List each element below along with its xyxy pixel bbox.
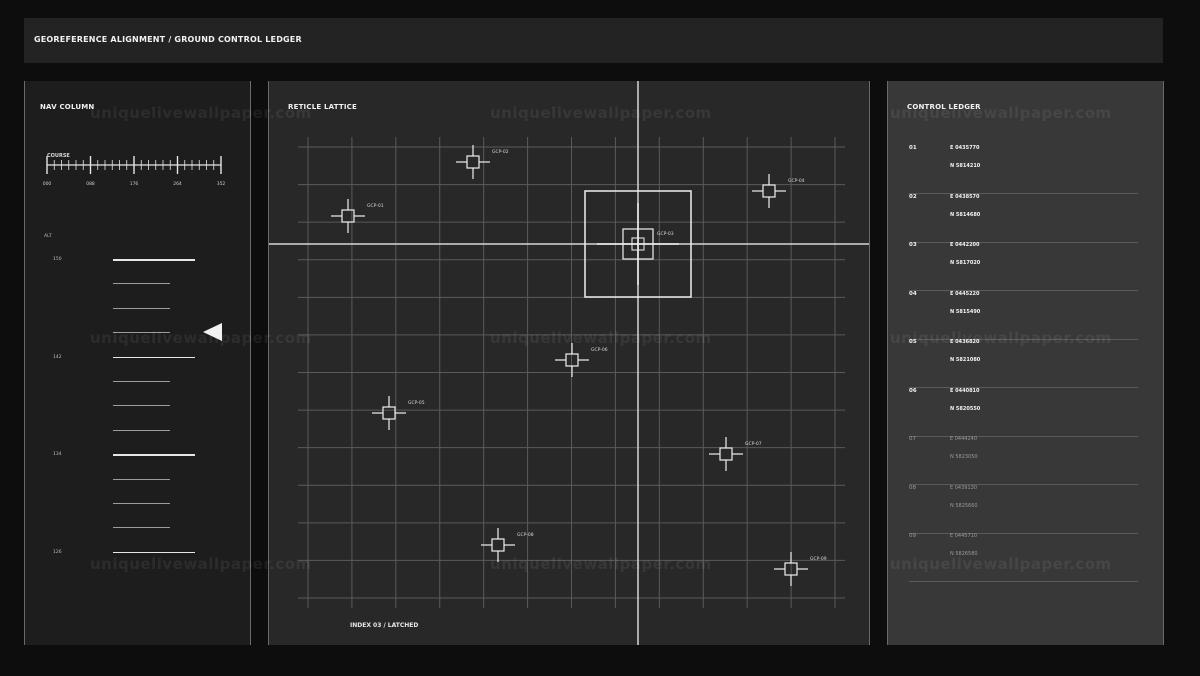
gcp-marker[interactable]: GCP-05 [372, 396, 425, 430]
reticle-lattice-panel[interactable]: RETICLE LATTICE GCP-01 GCP-02 GCP-03 GCP-04… [268, 81, 870, 645]
ledger-row[interactable]: 08 E 0439130 N 5825660 [909, 485, 1138, 534]
alt-major-tick [113, 356, 195, 359]
ledger-row[interactable]: 07 E 0444240 N 5823050 [909, 436, 1138, 485]
gcp-label: GCP-04 [788, 178, 805, 184]
ledger-easting: E 0444240 [950, 436, 978, 442]
ledger-northing: N 5825660 [950, 502, 978, 509]
ledger-northing: N 5814210 [950, 163, 981, 169]
gcp-marker[interactable]: GCP-02 [456, 145, 509, 179]
alt-major-tick [113, 551, 195, 554]
alt-tick-label: 142 [53, 354, 62, 360]
control-ledger-panel: CONTROL LEDGER 01 E 0435770 N 5814210 02 E 0… [887, 81, 1164, 645]
gcp-label: GCP-02 [492, 149, 509, 155]
gcp-marker[interactable]: GCP-06 [555, 343, 608, 377]
ledger-row[interactable]: 06 E 0440810 N 5820550 [909, 388, 1138, 437]
alt-minor-tick [113, 307, 170, 309]
ledger-index: 02 [909, 193, 917, 200]
ledger-index: 06 [909, 387, 917, 394]
ledger-northing: N 5820550 [950, 405, 981, 412]
ledger-northing: N 5814680 [950, 211, 981, 218]
ledger-northing: N 5823050 [950, 454, 978, 460]
ledger-easting: E 0440810 [950, 387, 980, 394]
gcp-marker[interactable]: GCP-04 [752, 174, 805, 208]
ledger-index: 07 [909, 436, 916, 442]
ledger-northing: N 5826580 [950, 551, 978, 557]
ledger-easting: E 0445220 [950, 290, 980, 297]
ledger-easting: E 0436820 [950, 339, 980, 345]
gcp-label: GCP-03 [657, 231, 674, 237]
alt-major-tick [113, 259, 195, 261]
alt-minor-tick [113, 429, 170, 431]
gcp-box [382, 406, 396, 420]
gcp-label: GCP-08 [517, 532, 534, 538]
course-tick-label: 176 [129, 182, 139, 187]
gcp-box [466, 155, 480, 169]
alt-minor-tick [113, 381, 170, 382]
ledger-easting: E 0438570 [950, 193, 980, 200]
ledger-easting: E 0435770 [950, 145, 980, 151]
gcp-label: GCP-05 [408, 400, 425, 406]
ledger-northing: N 5821080 [950, 357, 981, 363]
ledger-index: 04 [909, 290, 917, 297]
alt-minor-tick [113, 527, 170, 529]
gcp-label: GCP-06 [591, 347, 608, 353]
ledger-easting: E 0439130 [950, 484, 978, 491]
nav-column-title: NAV COLUMN [40, 103, 95, 111]
alt-minor-tick [113, 283, 170, 285]
course-tick-label: 088 [86, 182, 95, 187]
alt-tick-label: 134 [53, 452, 62, 458]
header-bar: GEOREFERENCE ALIGNMENT / GROUND CONTROL … [24, 18, 1163, 63]
control-ledger-title: CONTROL LEDGER [907, 103, 981, 111]
ledger-index: 08 [909, 484, 916, 491]
ledger-index: 05 [909, 339, 917, 345]
gcp-label: GCP-09 [810, 556, 827, 562]
alt-tick-label: 126 [53, 549, 62, 555]
alt-minor-tick [113, 503, 170, 504]
alt-tick-label: 150 [53, 257, 62, 262]
course-tick-label: 264 [173, 182, 182, 187]
alt-label: ALT [44, 234, 52, 239]
gcp-marker[interactable]: GCP-01 [331, 199, 384, 233]
course-tick-label: 000 [42, 182, 52, 187]
ledger-northing: N 5817020 [950, 260, 981, 266]
altitude-pointer-icon [203, 323, 222, 341]
alt-major-tick [113, 454, 195, 456]
gcp-marker[interactable]: GCP-09 [774, 552, 827, 586]
gcp-label: GCP-07 [745, 441, 762, 447]
alt-minor-tick [113, 405, 170, 407]
gcp-box [491, 538, 505, 552]
page-title: GEOREFERENCE ALIGNMENT / GROUND CONTROL … [34, 35, 302, 44]
reticle-lattice-canvas[interactable]: GCP-01 GCP-02 GCP-03 GCP-04 GCP-05 GCP-06 GCP-… [269, 81, 870, 645]
nav-column-panel: NAV COLUMN COURSE 000 088 176 264 352 ALT 15… [24, 81, 251, 645]
ledger-easting: E 0445710 [950, 533, 978, 539]
ledger-easting: E 0442200 [950, 242, 980, 248]
index-status: INDEX 03 / LATCHED [350, 622, 419, 629]
ledger-row[interactable]: 03 E 0442200 N 5817020 [909, 242, 1138, 291]
gcp-box [762, 184, 776, 198]
ledger-index: 09 [909, 533, 916, 539]
ledger-index: 03 [909, 242, 917, 248]
ledger-row[interactable]: 04 E 0445220 N 5815490 [909, 291, 1138, 340]
ledger-row[interactable]: 02 E 0438570 N 5814680 [909, 194, 1138, 243]
ledger-row[interactable]: 05 E 0436820 N 5821080 [909, 339, 1138, 388]
ledger-index: 01 [909, 145, 917, 151]
ledger-northing: N 5815490 [950, 308, 981, 315]
alt-minor-tick [113, 332, 170, 334]
ledger-row[interactable]: 01 E 0435770 N 5814210 [909, 145, 1138, 194]
gcp-box [719, 447, 733, 461]
gcp-label: GCP-01 [367, 203, 384, 209]
gcp-marker[interactable]: GCP-03 [584, 190, 692, 298]
alt-minor-tick [113, 478, 170, 480]
ledger-row[interactable]: 09 E 0445710 N 5826580 [909, 533, 1138, 582]
course-tick-label: 352 [216, 182, 226, 187]
gcp-marker[interactable]: GCP-07 [709, 437, 762, 471]
gcp-marker[interactable]: GCP-08 [481, 528, 534, 562]
